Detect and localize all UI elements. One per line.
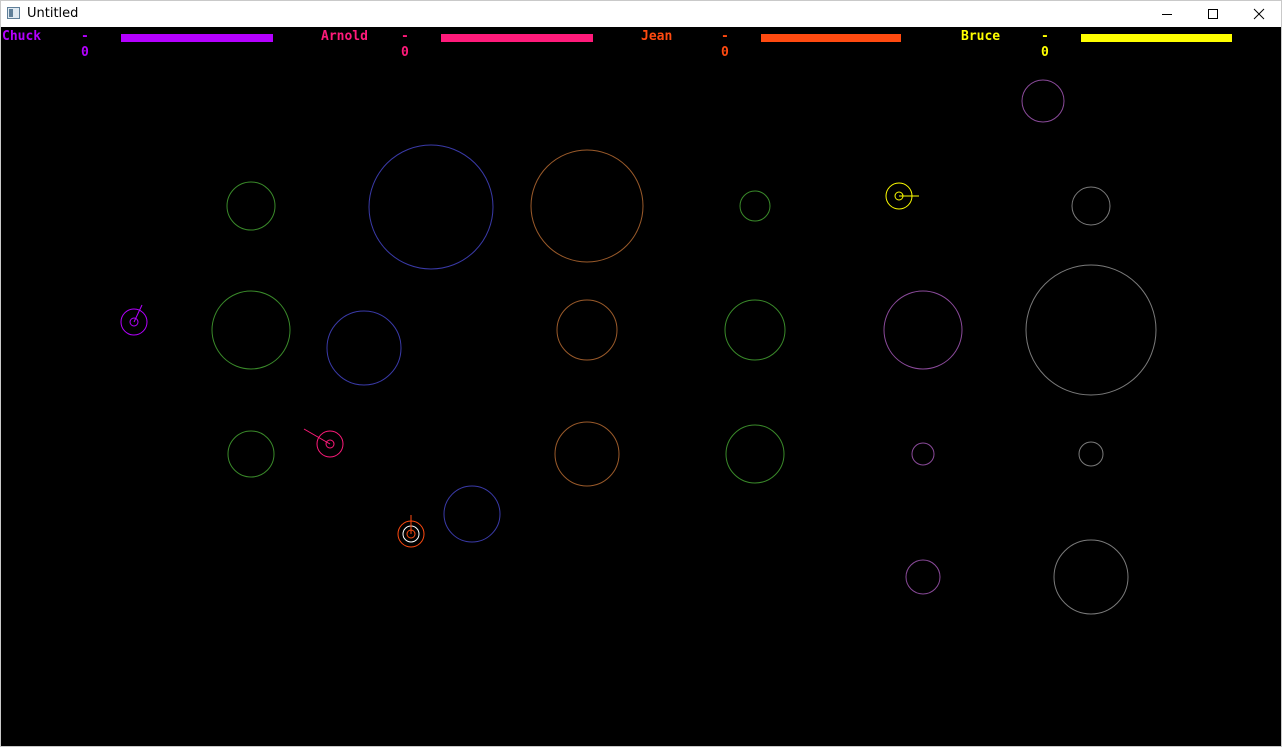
obstacle-circle xyxy=(883,290,963,370)
obstacle-circle xyxy=(554,421,620,487)
obstacle-circle xyxy=(211,290,291,370)
minimize-button[interactable] xyxy=(1144,1,1190,27)
game-window: Untitled Chuck - 0 Arnold - 0 Jean - 0 B… xyxy=(0,0,1282,747)
obstacle-circle xyxy=(724,299,786,361)
obstacle-circle xyxy=(911,442,935,466)
tank-jean xyxy=(397,515,425,548)
obstacle-circle xyxy=(725,424,785,484)
obstacle-circle xyxy=(530,149,644,263)
tank-chuck xyxy=(120,304,148,336)
obstacle-circle xyxy=(739,190,771,222)
close-button[interactable] xyxy=(1236,1,1282,27)
obstacle-circle xyxy=(905,559,941,595)
tank-arnold xyxy=(303,428,344,458)
minimize-icon xyxy=(1162,14,1172,15)
obstacle-circle xyxy=(1071,186,1111,226)
maximize-button[interactable] xyxy=(1190,1,1236,27)
app-icon xyxy=(7,7,20,19)
obstacle-circle xyxy=(1025,264,1157,396)
obstacle-circle xyxy=(1053,539,1129,615)
obstacle-circle xyxy=(227,430,275,478)
playfield xyxy=(120,79,1157,615)
obstacle-circle xyxy=(556,299,618,361)
tank-barrel xyxy=(133,304,143,323)
title-bar[interactable]: Untitled xyxy=(1,1,1281,27)
tank-bruce xyxy=(885,182,919,210)
close-icon xyxy=(1253,8,1265,20)
obstacle-circle xyxy=(326,310,402,386)
game-canvas[interactable]: Chuck - 0 Arnold - 0 Jean - 0 Bruce - 0 xyxy=(1,27,1281,746)
obstacle-circle xyxy=(226,181,276,231)
obstacle-circle xyxy=(368,144,494,270)
maximize-icon xyxy=(1208,9,1218,19)
obstacle-circle xyxy=(1021,79,1065,123)
window-title: Untitled xyxy=(27,6,79,21)
obstacle-circle xyxy=(1078,441,1104,467)
obstacle-circle xyxy=(443,485,501,543)
